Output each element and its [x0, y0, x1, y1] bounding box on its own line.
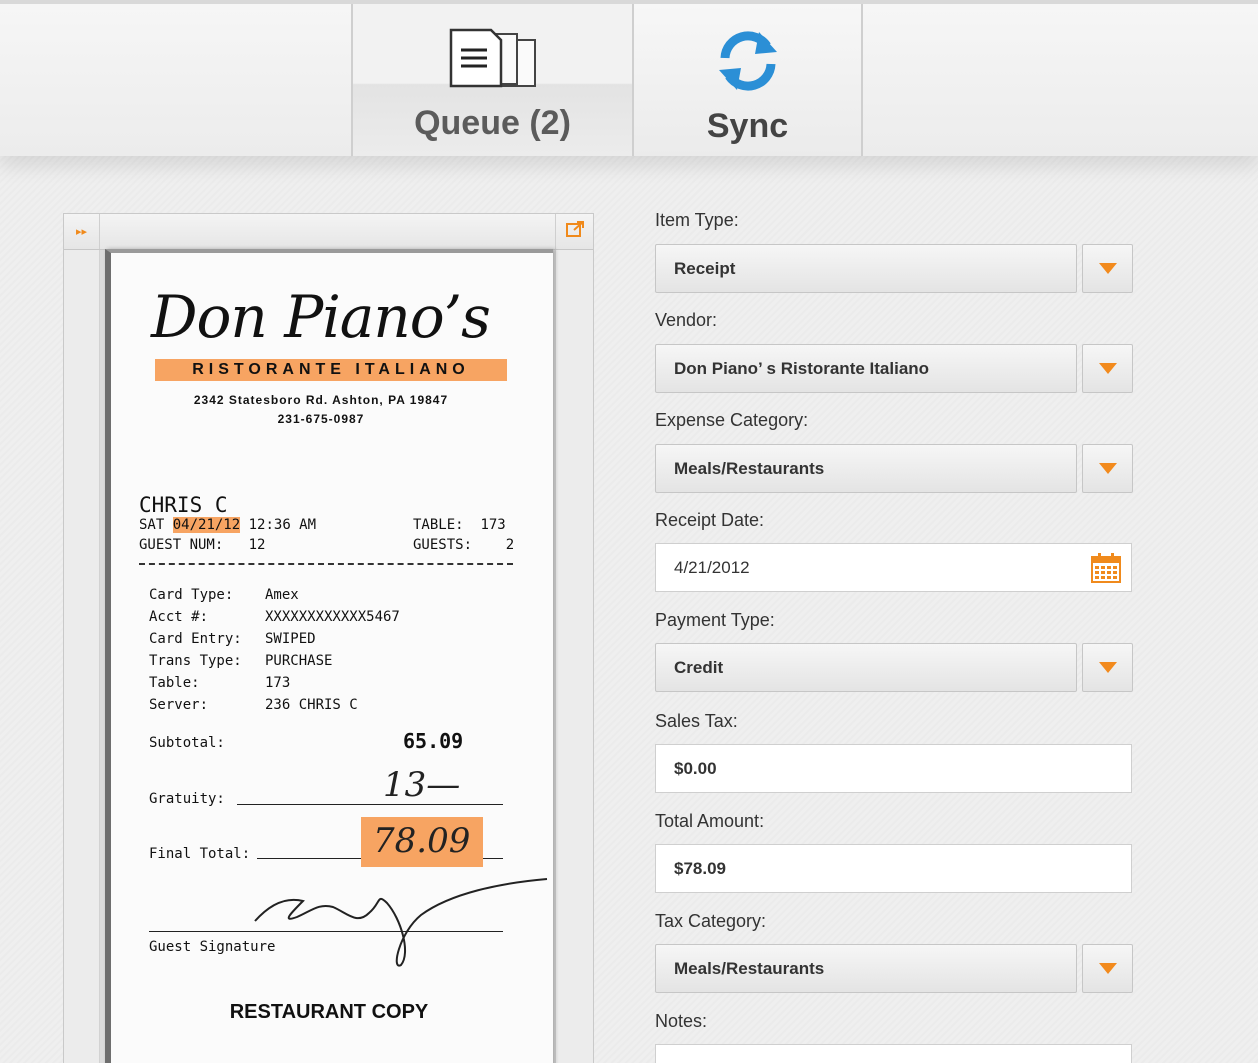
receipt-table-label: TABLE:	[413, 517, 464, 533]
caret-down-icon	[1098, 463, 1117, 474]
tab-queue[interactable]: Queue (2)	[351, 4, 634, 156]
caret-down-icon	[1098, 662, 1117, 673]
receipt-row-label: Trans Type:	[149, 653, 242, 669]
double-chevron-right-icon: ▸▸	[75, 226, 88, 238]
receipt-row-value: Amex	[265, 587, 299, 603]
caret-down-icon	[1098, 263, 1117, 274]
vendor-value[interactable]: Don Piano’ s Ristorante Italiano	[655, 344, 1077, 393]
restaurant-address: 2342 Statesboro Rd. Ashton, PA 19847	[193, 393, 449, 407]
receipt-row-label: Card Type:	[149, 587, 234, 603]
receipt-guests-label: GUESTS:	[413, 537, 473, 553]
tax-category-label: Tax Category:	[655, 911, 767, 931]
receipt-date-label: Receipt Date:	[655, 510, 765, 530]
restaurant-name: Don Piano’s	[151, 283, 491, 351]
receipt-time: 12:36 AM	[248, 517, 317, 533]
receipt-row-label: Card Entry:	[149, 631, 242, 647]
payment-type-select[interactable]: Credit	[655, 643, 1133, 692]
restaurant-phone: 231-675-0987	[277, 412, 365, 426]
payment-type-value[interactable]: Credit	[655, 643, 1077, 692]
server-name: CHRIS C	[139, 493, 228, 517]
tab-sync-label: Sync	[706, 107, 789, 145]
receipt-row-value: XXXXXXXXXXXX5467	[265, 609, 400, 625]
signature-label: Guest Signature	[149, 939, 276, 955]
receipt-image: Don Piano’s RISTORANTE ITALIANO 2342 Sta…	[105, 249, 553, 1063]
receipt-row-value: 236 CHRIS C	[265, 697, 358, 713]
viewer-toolbar: ▸▸	[64, 214, 593, 250]
tax-category-dropdown-button[interactable]	[1082, 944, 1133, 993]
notes-label: Notes:	[655, 1011, 708, 1031]
sales-tax-label: Sales Tax:	[655, 711, 738, 731]
receipt-row-value: PURCHASE	[265, 653, 333, 669]
receipt-guest-num-label: GUEST NUM:	[139, 537, 224, 553]
total-amount-label: Total Amount:	[655, 811, 765, 831]
expense-category-dropdown-button[interactable]	[1082, 444, 1133, 493]
receipt-row-label: Server:	[149, 697, 209, 713]
receipt-date: 04/21/12	[172, 517, 241, 533]
vendor-select[interactable]: Don Piano’ s Ristorante Italiano	[655, 344, 1133, 393]
item-type-value[interactable]: Receipt	[655, 244, 1077, 293]
tab-queue-label: Queue (2)	[414, 104, 571, 142]
vendor-label: Vendor:	[655, 310, 718, 330]
gratuity-label: Gratuity:	[149, 791, 225, 807]
gratuity-line	[237, 804, 503, 805]
receipt-row-value: 173	[265, 675, 291, 691]
documents-icon	[447, 28, 539, 95]
item-type-label: Item Type:	[655, 210, 739, 230]
signature-line	[149, 931, 503, 932]
tab-sync[interactable]: Sync	[632, 4, 863, 156]
receipt-guests-value: 2	[505, 537, 515, 553]
receipt-date-value: 4/21/2012	[674, 558, 750, 577]
tax-category-value[interactable]: Meals/Restaurants	[655, 944, 1077, 993]
total-amount-field[interactable]: $78.09	[655, 844, 1132, 893]
vendor-dropdown-button[interactable]	[1082, 344, 1133, 393]
sales-tax-field[interactable]: $0.00	[655, 744, 1132, 793]
restaurant-subtitle: RISTORANTE ITALIANO	[155, 359, 507, 381]
gratuity-value: 13—	[383, 765, 461, 805]
receipt-table-line: TABLE: 173	[413, 517, 506, 533]
expand-button[interactable]: ▸▸	[64, 214, 100, 249]
payment-type-label: Payment Type:	[655, 610, 775, 630]
item-type-select[interactable]: Receipt	[655, 244, 1133, 293]
receipt-row-value: SWIPED	[265, 631, 316, 647]
receipt-date-field[interactable]: 4/21/2012	[655, 543, 1132, 592]
signature-scribble	[251, 873, 551, 978]
caret-down-icon	[1098, 963, 1117, 974]
receipt-divider	[139, 563, 513, 565]
restaurant-copy-label: RESTAURANT COPY	[229, 1001, 429, 1023]
subtotal-label: Subtotal:	[149, 735, 225, 751]
receipt-table-value: 173	[480, 517, 506, 533]
popout-button[interactable]	[555, 214, 593, 249]
receipt-guest-num-value: 12	[248, 537, 266, 553]
receipt-row-label: Table:	[149, 675, 200, 691]
item-type-dropdown-button[interactable]	[1082, 244, 1133, 293]
expense-category-select[interactable]: Meals/Restaurants	[655, 444, 1133, 493]
receipt-day: SAT	[139, 517, 165, 533]
toolbar: Queue (2) Sync	[0, 0, 1258, 156]
receipt-guest-num-line: GUEST NUM: 12	[139, 537, 265, 553]
popout-icon	[565, 220, 585, 243]
receipt-guests-line: GUESTS: 2	[413, 537, 514, 553]
receipt-row-label: Acct #:	[149, 609, 209, 625]
expense-category-label: Expense Category:	[655, 410, 809, 430]
tax-category-select[interactable]: Meals/Restaurants	[655, 944, 1133, 993]
final-total-label: Final Total:	[149, 846, 251, 862]
caret-down-icon	[1098, 363, 1117, 374]
viewer-right-gutter	[555, 250, 593, 1063]
notes-field[interactable]	[655, 1044, 1132, 1063]
subtotal-value: 65.09	[403, 729, 464, 753]
viewer-left-gutter	[64, 250, 100, 1063]
receipt-datetime-line: SAT 04/21/12 12:36 AM	[139, 517, 316, 533]
payment-type-dropdown-button[interactable]	[1082, 643, 1133, 692]
expense-category-value[interactable]: Meals/Restaurants	[655, 444, 1077, 493]
sync-icon	[715, 28, 781, 99]
calendar-icon[interactable]	[1090, 552, 1122, 602]
final-total-value: 78.09	[373, 821, 471, 861]
